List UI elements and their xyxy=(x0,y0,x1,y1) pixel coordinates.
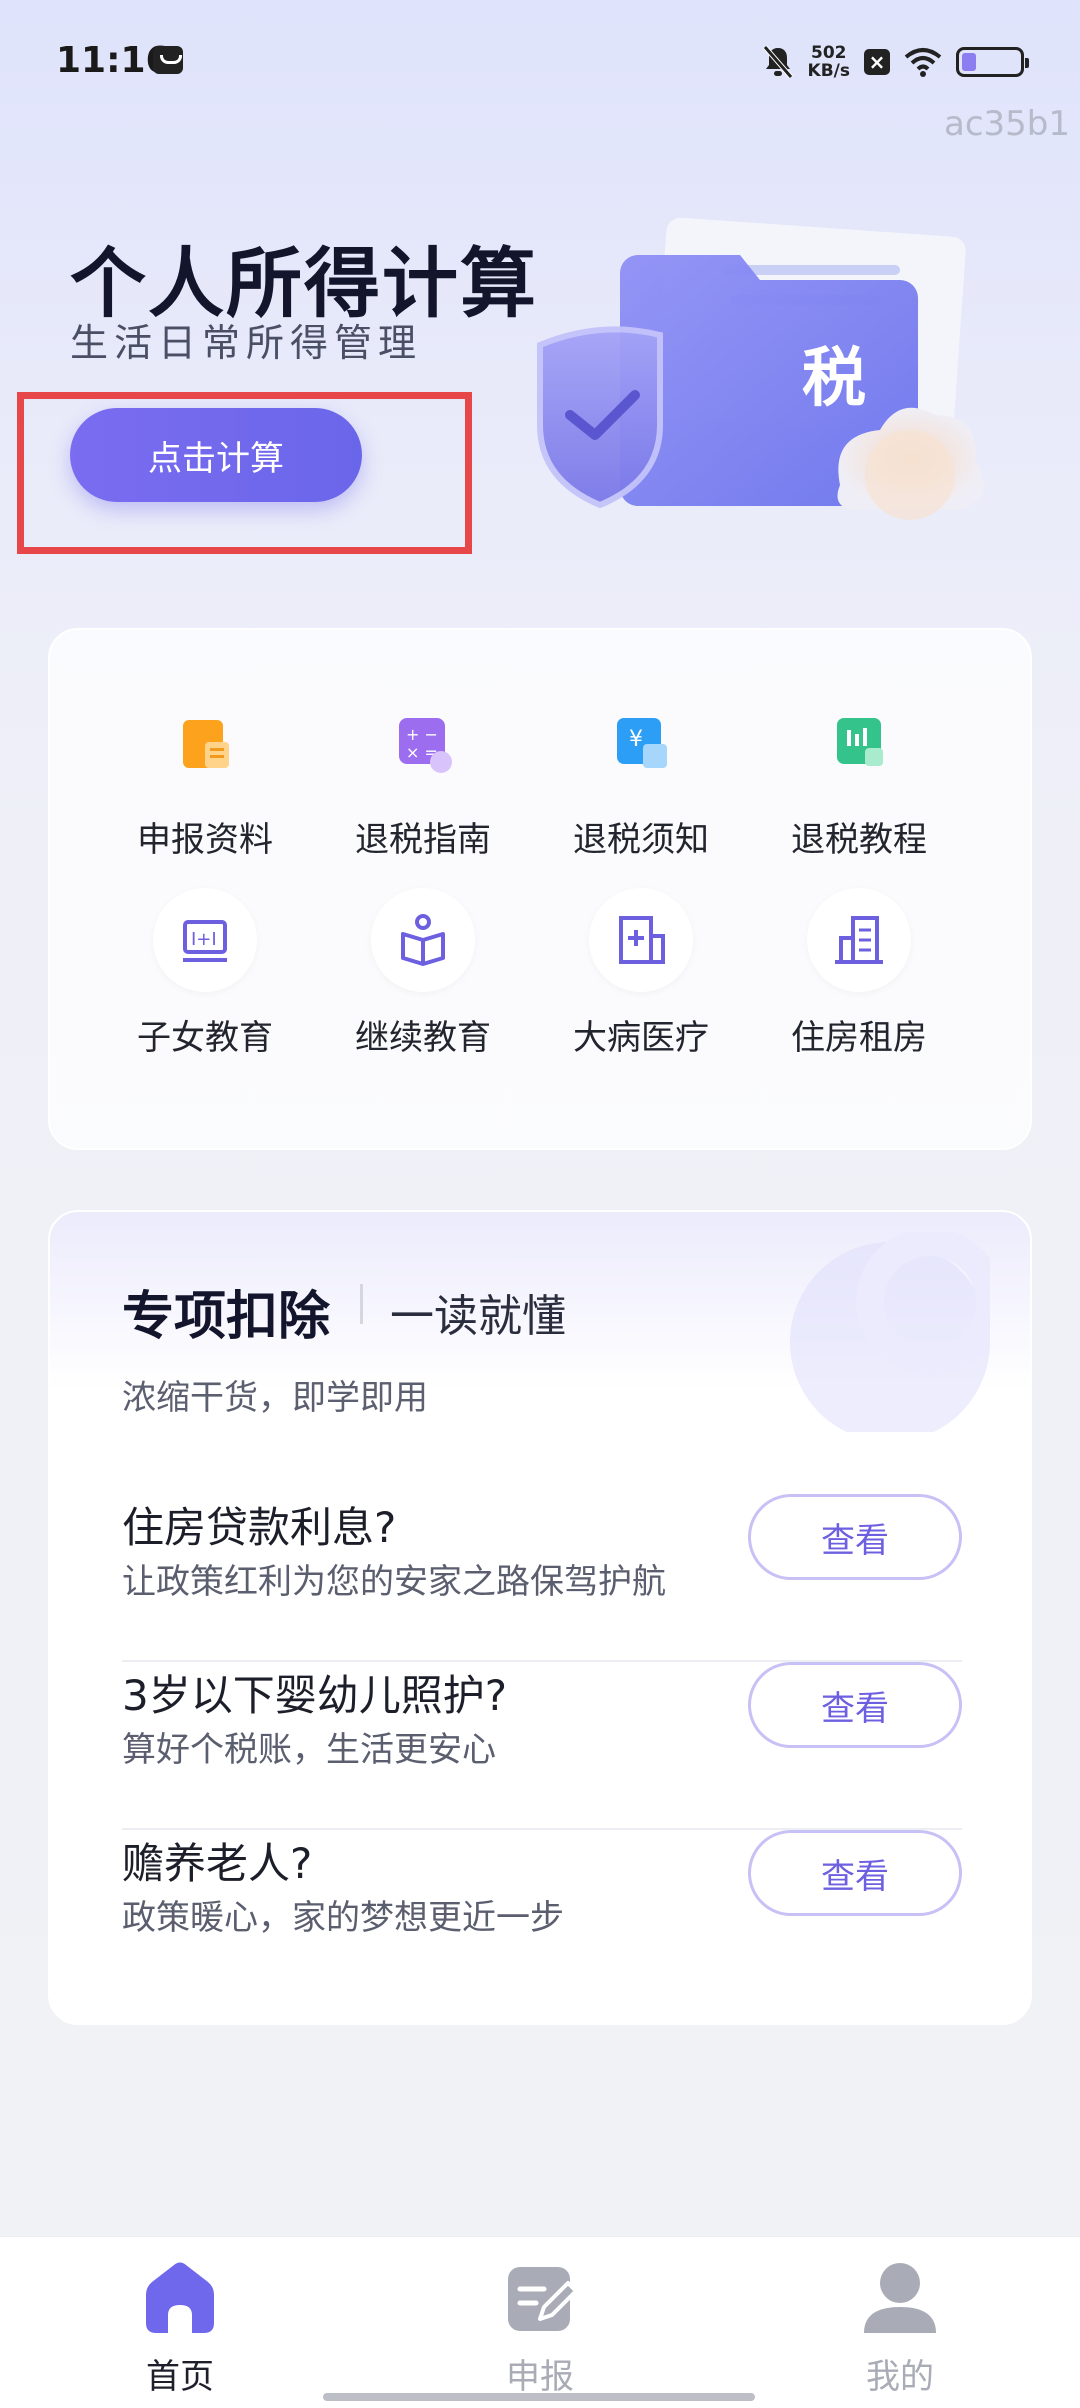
network-speed-unit: KB/s xyxy=(807,61,850,81)
home-indicator[interactable] xyxy=(323,2393,755,2401)
calculate-button[interactable]: 点击计算 xyxy=(70,408,362,502)
nav-label: 首页 xyxy=(146,2357,214,2397)
section-description: 浓缩干货，即学即用 xyxy=(122,1378,428,1418)
bottom-navigation: 首页 申报 我的 xyxy=(0,2236,1080,2408)
status-bar: 11:16 502 KB/s × xyxy=(0,0,1080,125)
menu-item-continuing-education[interactable]: 继续教育 xyxy=(313,888,533,1059)
topic-description: 政策暖心，家的梦想更近一步 xyxy=(122,1898,564,1938)
hospital-icon xyxy=(589,888,693,992)
nav-label: 我的 xyxy=(866,2357,934,2397)
nav-tab-declare[interactable]: 申报 xyxy=(440,2257,640,2398)
menu-item-declaration-materials[interactable]: 申报资料 xyxy=(95,690,315,861)
menu-item-label: 退税教程 xyxy=(791,820,927,860)
quick-menu-grid: 申报资料 + − × = 退税指南 ¥ 退税须知 退税教程 I+I 子女教育 继… xyxy=(50,630,1030,1148)
wifi-icon xyxy=(904,48,942,77)
user-profile-icon xyxy=(864,2263,936,2333)
svg-text:I+I: I+I xyxy=(191,929,217,950)
topic-description: 算好个税账，生活更安心 xyxy=(122,1730,496,1770)
quick-menu-card: 申报资料 + − × = 退税指南 ¥ 退税须知 退税教程 I+I 子女教育 继… xyxy=(48,628,1032,1150)
topic-elderly-support: 赡养老人? 政策暖心，家的梦想更近一步 查看 xyxy=(122,1830,962,1938)
home-icon xyxy=(146,2262,214,2333)
edit-document-icon xyxy=(508,2267,578,2331)
menu-item-refund-tutorial[interactable]: 退税教程 xyxy=(749,690,969,861)
network-speed: 502 KB/s xyxy=(808,44,850,80)
menu-item-refund-guide[interactable]: + − × = 退税指南 xyxy=(313,690,533,861)
topic-title: 3岁以下婴幼儿照护? xyxy=(122,1671,508,1720)
yuan-doc-blue-icon: ¥ xyxy=(617,718,667,768)
nav-tab-mine[interactable]: 我的 xyxy=(800,2257,1000,2398)
view-button[interactable]: 查看 xyxy=(748,1830,962,1916)
menu-item-label: 子女教育 xyxy=(137,1018,273,1058)
status-icons: 502 KB/s × xyxy=(762,42,1029,82)
svg-text:¥: ¥ xyxy=(629,727,643,752)
svg-text:+ −: + − xyxy=(406,725,438,744)
menu-item-refund-notice[interactable]: ¥ 退税须知 xyxy=(531,690,751,861)
section-title-secondary: 一读就懂 xyxy=(390,1291,566,1342)
calculator-purple-icon: + − × = xyxy=(399,718,452,773)
bell-muted-icon xyxy=(762,45,793,79)
close-box-icon: × xyxy=(864,49,890,75)
view-button[interactable]: 查看 xyxy=(748,1494,962,1580)
menu-item-serious-illness-medical[interactable]: 大病医疗 xyxy=(531,888,751,1059)
view-button[interactable]: 查看 xyxy=(748,1662,962,1748)
page-subtitle: 生活日常所得管理 xyxy=(70,321,423,365)
menu-item-housing-rent[interactable]: 住房租房 xyxy=(749,888,969,1059)
menu-item-label: 退税指南 xyxy=(355,820,491,860)
blackboard-icon: I+I xyxy=(153,888,257,992)
menu-item-label: 住房租房 xyxy=(791,1018,927,1058)
topic-description: 让政策红利为您的安家之路保驾护航 xyxy=(122,1562,666,1602)
topic-title: 赡养老人? xyxy=(122,1839,313,1888)
network-speed-value: 502 xyxy=(811,43,847,63)
building-icon xyxy=(807,888,911,992)
watermark: ac35b1 xyxy=(943,104,1070,144)
special-deduction-card: 专项扣除 一读就懂 浓缩干货，即学即用 住房贷款利息? 让政策红利为您的安家之路… xyxy=(48,1210,1032,2025)
document-orange-icon xyxy=(183,720,229,768)
section-title: 专项扣除 xyxy=(122,1287,331,1347)
reading-person-icon xyxy=(371,888,475,992)
menu-item-label: 申报资料 xyxy=(137,820,273,860)
tax-folder-illustration: 税 xyxy=(537,217,984,520)
battery-icon xyxy=(956,47,1029,77)
nav-tab-home[interactable]: 首页 xyxy=(80,2257,280,2398)
title-divider xyxy=(360,1284,363,1324)
nav-label: 申报 xyxy=(506,2357,574,2397)
menu-item-label: 大病医疗 xyxy=(573,1018,709,1058)
tax-badge-text: 税 xyxy=(802,342,866,416)
message-notification-icon xyxy=(153,46,183,74)
menu-item-label: 继续教育 xyxy=(355,1018,491,1058)
decorative-rings-icon xyxy=(790,1232,990,1432)
menu-item-label: 退税须知 xyxy=(573,820,709,860)
battery-level xyxy=(962,53,976,71)
topic-infant-care: 3岁以下婴幼儿照护? 算好个税账，生活更安心 查看 xyxy=(122,1662,962,1830)
topic-title: 住房贷款利息? xyxy=(122,1503,397,1552)
topic-housing-loan-interest: 住房贷款利息? 让政策红利为您的安家之路保驾护航 查看 xyxy=(122,1494,962,1662)
menu-item-child-education[interactable]: I+I 子女教育 xyxy=(95,888,315,1059)
chart-green-icon xyxy=(837,718,883,766)
